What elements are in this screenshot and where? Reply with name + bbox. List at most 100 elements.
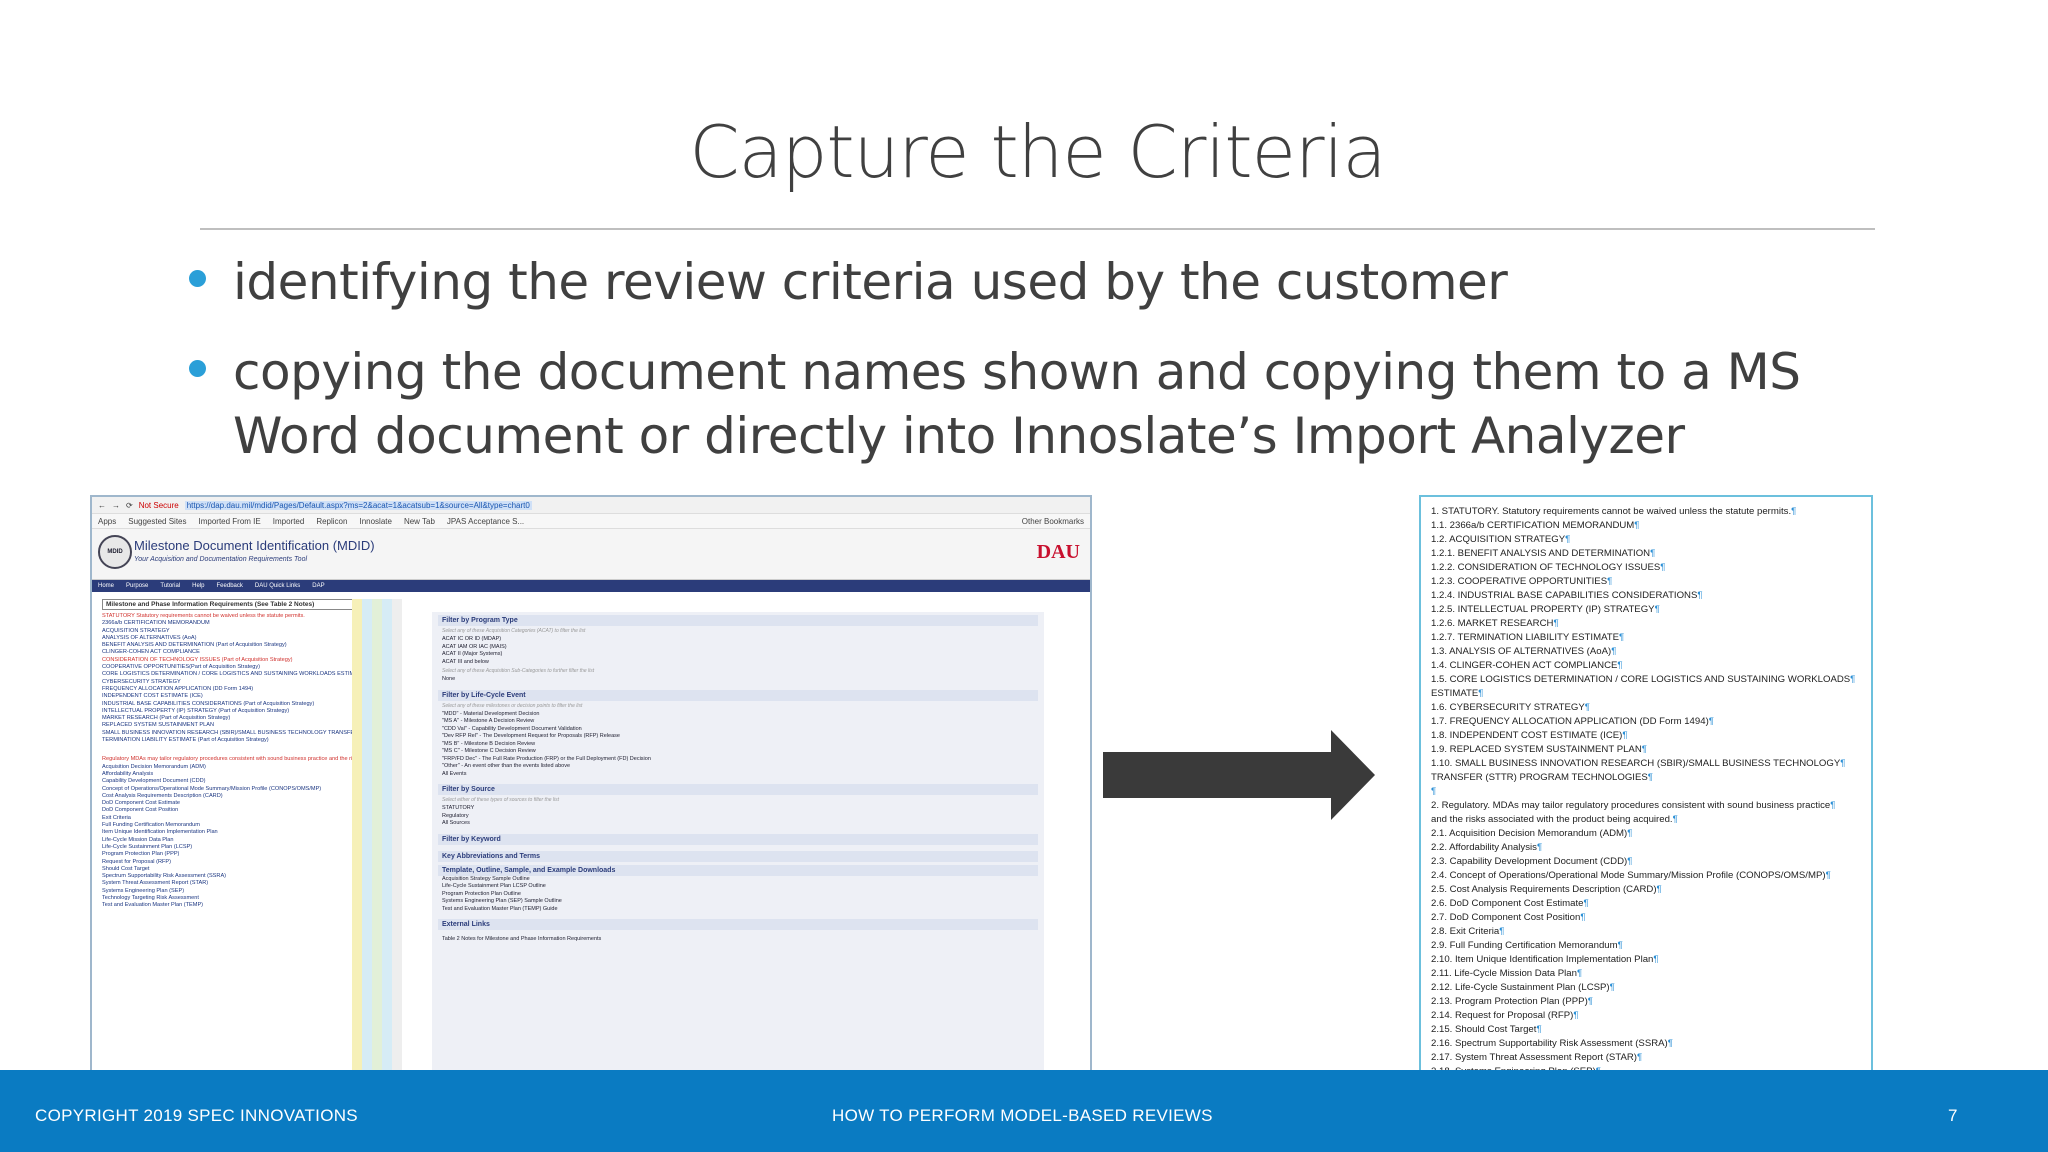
lifecycle-option[interactable]: "CDD Val" - Capability Development Docum… — [438, 726, 1038, 734]
paragraph-mark-icon: ¶ — [1654, 604, 1660, 615]
template-link[interactable]: Systems Engineering Plan (SEP) Sample Ou… — [438, 898, 1038, 906]
program-type-option[interactable]: ACAT III and below — [438, 659, 1038, 667]
bookmark-item[interactable]: Apps — [98, 517, 116, 526]
document-line: 1.7. FREQUENCY ALLOCATION APPLICATION (D… — [1431, 715, 1861, 729]
nav-item[interactable]: Help — [192, 583, 204, 589]
template-link[interactable]: Acquisition Strategy Sample Outline — [438, 876, 1038, 884]
lifecycle-option[interactable]: "MS B" - Milestone B Decision Review — [438, 741, 1038, 749]
lifecycle-option[interactable]: "MS A" - Milestone A Decision Review — [438, 718, 1038, 726]
document-line: ESTIMATE¶ — [1431, 687, 1861, 701]
paragraph-mark-icon: ¶ — [1667, 1038, 1673, 1049]
document-line-text: 1.10. SMALL BUSINESS INNOVATION RESEARCH… — [1431, 758, 1841, 769]
table-notes-link[interactable]: Table 2 Notes for Milestone and Phase In… — [438, 936, 1038, 944]
lifecycle-option[interactable]: "Other" - An event other than the events… — [438, 763, 1038, 771]
template-heading[interactable]: Template, Outline, Sample, and Example D… — [438, 864, 1038, 876]
source-option[interactable]: All Sources — [438, 820, 1038, 828]
bookmark-item[interactable]: Imported — [273, 517, 305, 526]
document-line-text: 1.2. ACQUISITION STRATEGY — [1431, 534, 1566, 545]
document-line: 1.6. CYBERSECURITY STRATEGY¶ — [1431, 701, 1861, 715]
program-type-heading[interactable]: Filter by Program Type — [438, 615, 1038, 626]
source-option[interactable]: STATUTORY — [438, 805, 1038, 813]
nav-item[interactable]: Tutorial — [160, 583, 180, 589]
lifecycle-option[interactable]: "Dev RFP Rel" - The Development Request … — [438, 733, 1038, 741]
lifecycle-option[interactable]: "MDD" - Material Development Decision — [438, 711, 1038, 719]
paragraph-mark-icon: ¶ — [1553, 618, 1559, 629]
bookmark-item[interactable]: New Tab — [404, 517, 435, 526]
bookmark-item[interactable]: Replicon — [316, 517, 347, 526]
source-heading[interactable]: Filter by Source — [438, 784, 1038, 795]
bullet-item: identifying the review criteria used by … — [185, 250, 1885, 314]
document-line: 1.2.4. INDUSTRIAL BASE CAPABILITIES CONS… — [1431, 589, 1861, 603]
nav-item[interactable]: DAU Quick Links — [255, 583, 300, 589]
paragraph-mark-icon: ¶ — [1708, 716, 1714, 727]
source-hint: Select either of these types of sources … — [442, 797, 560, 803]
template-link[interactable]: Test and Evaluation Master Plan (TEMP) G… — [438, 906, 1038, 914]
bookmark-item[interactable]: Imported From IE — [199, 517, 261, 526]
lifecycle-option[interactable]: "FRP/FD Dec" - The Full Rate Production … — [438, 756, 1038, 764]
paragraph-mark-icon: ¶ — [1840, 758, 1846, 769]
lifecycle-option[interactable]: "MS C" - Milestone C Decision Review — [438, 748, 1038, 756]
bookmark-item[interactable]: Suggested Sites — [128, 517, 186, 526]
bookmark-item[interactable]: Innoslate — [359, 517, 391, 526]
document-line-text: 1.2.3. COOPERATIVE OPPORTUNITIES — [1431, 576, 1608, 587]
program-type-option[interactable]: ACAT II (Major Systems) — [438, 651, 1038, 659]
document-line: 1.10. SMALL BUSINESS INNOVATION RESEARCH… — [1431, 757, 1861, 771]
keyword-heading[interactable]: Filter by Keyword — [438, 833, 1038, 845]
program-type-option[interactable]: ACAT IAM OR IAC (MAIS) — [438, 644, 1038, 652]
document-line: 1.4. CLINGER-COHEN ACT COMPLIANCE¶ — [1431, 659, 1861, 673]
nav-item[interactable]: DAP — [312, 583, 324, 589]
abbrev-heading[interactable]: Key Abbreviations and Terms — [438, 850, 1038, 862]
document-line: ¶ — [1431, 785, 1861, 799]
paragraph-mark-icon: ¶ — [1653, 954, 1659, 965]
document-line: 2.17. System Threat Assessment Report (S… — [1431, 1051, 1861, 1065]
nav-item[interactable]: Feedback — [217, 583, 243, 589]
paragraph-mark-icon: ¶ — [1609, 982, 1615, 993]
paragraph-mark-icon: ¶ — [1583, 898, 1589, 909]
lifecycle-option[interactable]: All Events — [438, 771, 1038, 779]
document-line-text: 2. Regulatory. MDAs may tailor regulator… — [1431, 800, 1831, 811]
document-line-text: 1.6. CYBERSECURITY STRATEGY — [1431, 702, 1585, 713]
document-line: 2.5. Cost Analysis Requirements Descript… — [1431, 883, 1861, 897]
document-line: 2.10. Item Unique Identification Impleme… — [1431, 953, 1861, 967]
paragraph-mark-icon: ¶ — [1825, 870, 1831, 881]
document-line: 2.2. Affordability Analysis¶ — [1431, 841, 1861, 855]
paragraph-mark-icon: ¶ — [1611, 646, 1617, 657]
document-line-text: 1.2.5. INTELLECTUAL PROPERTY (IP) STRATE… — [1431, 604, 1655, 615]
paragraph-mark-icon: ¶ — [1587, 996, 1593, 1007]
template-link[interactable]: Program Protection Plan Outline — [438, 891, 1038, 899]
nav-item[interactable]: Purpose — [126, 583, 148, 589]
paragraph-mark-icon: ¶ — [1622, 730, 1628, 741]
filter-program-type: Filter by Program Type Select any of the… — [432, 612, 1044, 687]
slide-title: Capture the Criteria — [689, 110, 1386, 194]
reload-icon: ⟳ — [126, 500, 133, 510]
program-type-option[interactable]: ACAT IC OR ID (MDAP) — [438, 636, 1038, 644]
document-line-text: 1.5. CORE LOGISTICS DETERMINATION / CORE… — [1431, 674, 1851, 685]
bookmark-item[interactable]: JPAS Acceptance S... — [447, 517, 524, 526]
paragraph-mark-icon: ¶ — [1584, 702, 1590, 713]
document-line-text: 1.2.6. MARKET RESEARCH — [1431, 618, 1554, 629]
paragraph-mark-icon: ¶ — [1634, 520, 1640, 531]
paragraph-mark-icon: ¶ — [1576, 968, 1583, 979]
document-line: 1.2. ACQUISITION STRATEGY¶ — [1431, 533, 1861, 547]
bullet-dot-icon — [189, 270, 206, 287]
document-line-text: 2.5. Cost Analysis Requirements Descript… — [1431, 884, 1657, 895]
external-heading[interactable]: External Links — [438, 919, 1038, 930]
lifecycle-heading[interactable]: Filter by Life-Cycle Event — [438, 689, 1038, 701]
document-line-text: 2.10. Item Unique Identification Impleme… — [1431, 954, 1654, 965]
document-line-text: 2.16. Spectrum Supportability Risk Asses… — [1431, 1038, 1668, 1049]
document-line-text: TRANSFER (STTR) PROGRAM TECHNOLOGIES — [1431, 772, 1648, 783]
slide-footer: COPYRIGHT 2019 SPEC INNOVATIONS HOW TO P… — [0, 1070, 2048, 1152]
document-line-text: 1.3. ANALYSIS OF ALTERNATIVES (AoA) — [1431, 646, 1612, 657]
document-line: 1.2.1. BENEFIT ANALYSIS AND DETERMINATIO… — [1431, 547, 1861, 561]
template-link[interactable]: Life-Cycle Sustainment Plan LCSP Outline — [438, 883, 1038, 891]
document-line-text: 1.2.1. BENEFIT ANALYSIS AND DETERMINATIO… — [1431, 548, 1651, 559]
document-line: 2.7. DoD Component Cost Position¶ — [1431, 911, 1861, 925]
document-line: 1.2.3. COOPERATIVE OPPORTUNITIES¶ — [1431, 575, 1861, 589]
source-option[interactable]: Regulatory — [438, 813, 1038, 821]
nav-item[interactable]: Home — [98, 583, 114, 589]
document-line-text: 2.7. DoD Component Cost Position — [1431, 912, 1581, 923]
document-line-text: 1.2.4. INDUSTRIAL BASE CAPABILITIES CONS… — [1431, 590, 1698, 601]
paragraph-mark-icon: ¶ — [1573, 1010, 1579, 1021]
document-line-text: 1.2.7. TERMINATION LIABILITY ESTIMATE — [1431, 632, 1620, 643]
sub-category-option[interactable]: None — [438, 676, 1038, 684]
